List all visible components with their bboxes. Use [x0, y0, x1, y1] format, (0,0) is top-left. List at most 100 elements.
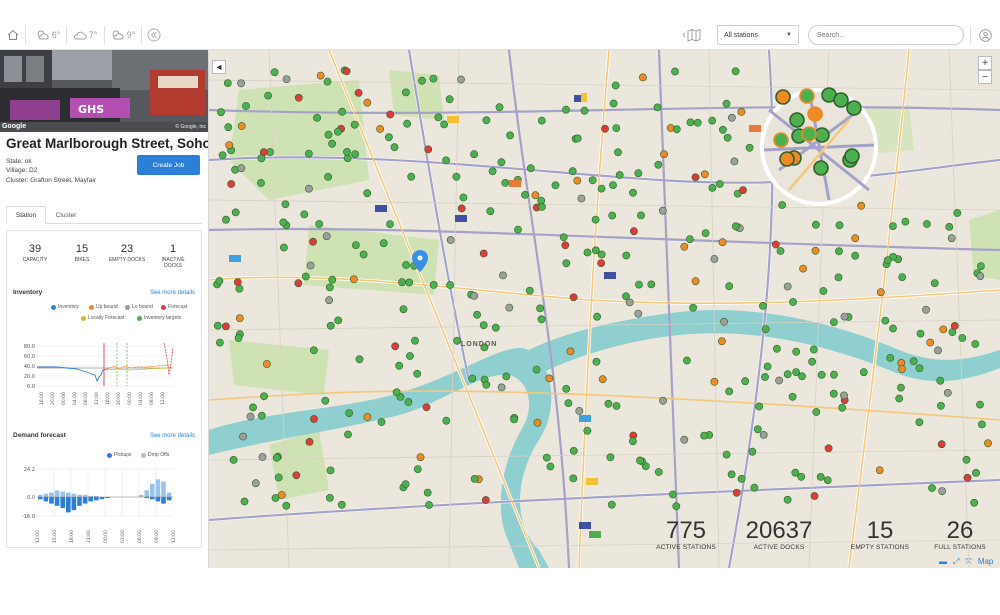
station-marker[interactable]	[488, 167, 497, 176]
station-marker[interactable]	[731, 222, 740, 231]
station-marker[interactable]	[622, 251, 631, 260]
station-marker[interactable]	[700, 431, 708, 440]
station-marker[interactable]	[934, 346, 942, 355]
station-marker[interactable]	[257, 154, 266, 163]
station-marker[interactable]	[886, 353, 895, 362]
station-marker[interactable]	[423, 488, 432, 497]
station-marker[interactable]	[950, 321, 959, 330]
station-marker[interactable]	[215, 277, 224, 285]
station-marker[interactable]	[363, 98, 372, 107]
station-marker[interactable]	[395, 361, 404, 370]
station-marker[interactable]	[591, 215, 600, 224]
station-marker[interactable]	[377, 418, 386, 426]
station-marker[interactable]	[338, 107, 346, 116]
station-marker[interactable]	[537, 315, 546, 324]
tab-station[interactable]: Station	[6, 206, 46, 224]
station-marker[interactable]	[588, 176, 597, 185]
station-marker[interactable]	[506, 131, 514, 140]
station-marker[interactable]	[351, 150, 359, 158]
station-marker[interactable]	[328, 275, 337, 284]
station-marker[interactable]	[224, 123, 233, 132]
station-marker[interactable]	[246, 412, 255, 421]
station-marker[interactable]	[386, 220, 394, 228]
station-marker[interactable]	[593, 312, 601, 321]
station-marker[interactable]	[824, 444, 833, 453]
station-marker[interactable]	[470, 291, 478, 300]
station-marker[interactable]	[718, 337, 726, 346]
station-marker[interactable]	[583, 426, 592, 435]
station-marker[interactable]	[976, 400, 984, 409]
station-marker[interactable]	[636, 456, 644, 465]
station-marker[interactable]	[326, 466, 335, 475]
map-magnifier[interactable]	[760, 87, 878, 206]
station-marker[interactable]	[294, 279, 303, 288]
station-marker[interactable]	[569, 293, 578, 302]
station-marker[interactable]	[693, 118, 702, 127]
station-marker[interactable]	[542, 453, 551, 462]
expand-icon[interactable]: ⤢	[953, 557, 959, 567]
station-marker[interactable]	[229, 455, 238, 464]
station-marker[interactable]	[829, 389, 838, 398]
zoom-in-button[interactable]: +	[978, 56, 992, 70]
station-marker[interactable]	[723, 133, 732, 142]
station-marker[interactable]	[875, 466, 884, 474]
station-marker[interactable]	[937, 401, 945, 410]
station-marker[interactable]	[233, 278, 242, 286]
station-marker[interactable]	[342, 67, 351, 76]
station-marker[interactable]	[654, 160, 663, 169]
station-marker[interactable]	[741, 377, 750, 386]
station-marker[interactable]	[971, 340, 980, 348]
station-marker[interactable]	[305, 184, 313, 193]
station-marker[interactable]	[835, 247, 843, 256]
station-marker[interactable]	[280, 243, 288, 252]
station-marker[interactable]	[301, 272, 310, 281]
station-marker[interactable]	[915, 364, 924, 373]
station-marker[interactable]	[776, 247, 785, 255]
station-marker[interactable]	[452, 172, 461, 181]
station-marker[interactable]	[671, 67, 679, 76]
station-marker[interactable]	[577, 194, 586, 203]
station-marker[interactable]	[218, 151, 227, 160]
station-marker[interactable]	[242, 102, 250, 110]
station-marker[interactable]	[407, 172, 416, 181]
station-marker[interactable]	[309, 237, 317, 246]
station-marker[interactable]	[349, 275, 358, 284]
station-marker[interactable]	[310, 415, 318, 423]
station-marker[interactable]	[274, 473, 283, 482]
station-marker[interactable]	[720, 317, 728, 326]
station-marker[interactable]	[482, 380, 491, 389]
station-marker[interactable]	[225, 141, 234, 150]
station-marker[interactable]	[215, 338, 224, 347]
station-marker[interactable]	[422, 403, 431, 412]
station-marker[interactable]	[217, 108, 225, 117]
station-marker[interactable]	[305, 149, 313, 158]
station-marker[interactable]	[497, 158, 506, 167]
station-marker[interactable]	[708, 116, 717, 125]
station-marker[interactable]	[321, 396, 330, 405]
station-marker[interactable]	[691, 173, 700, 182]
tab-cluster[interactable]: Cluster	[46, 206, 86, 224]
station-marker[interactable]	[972, 468, 980, 477]
station-marker[interactable]	[562, 259, 571, 268]
station-marker[interactable]	[745, 143, 754, 152]
search-input[interactable]	[808, 25, 964, 45]
station-marker[interactable]	[501, 178, 510, 187]
station-marker[interactable]	[930, 279, 939, 287]
station-marker[interactable]	[598, 375, 607, 384]
station-marker[interactable]	[680, 242, 689, 251]
map-attribution[interactable]: Map	[978, 557, 994, 567]
station-marker[interactable]	[446, 236, 455, 244]
station-marker[interactable]	[305, 437, 314, 446]
station-marker[interactable]	[468, 374, 477, 383]
station-marker[interactable]	[737, 108, 746, 116]
station-marker[interactable]	[801, 126, 817, 142]
station-marker[interactable]	[791, 468, 800, 477]
station-marker[interactable]	[323, 77, 332, 86]
station-marker[interactable]	[592, 357, 601, 366]
station-marker[interactable]	[573, 134, 582, 143]
station-marker[interactable]	[315, 220, 324, 228]
station-marker[interactable]	[260, 392, 268, 401]
station-marker[interactable]	[569, 474, 578, 483]
station-marker[interactable]	[536, 304, 544, 313]
station-marker[interactable]	[685, 235, 694, 243]
